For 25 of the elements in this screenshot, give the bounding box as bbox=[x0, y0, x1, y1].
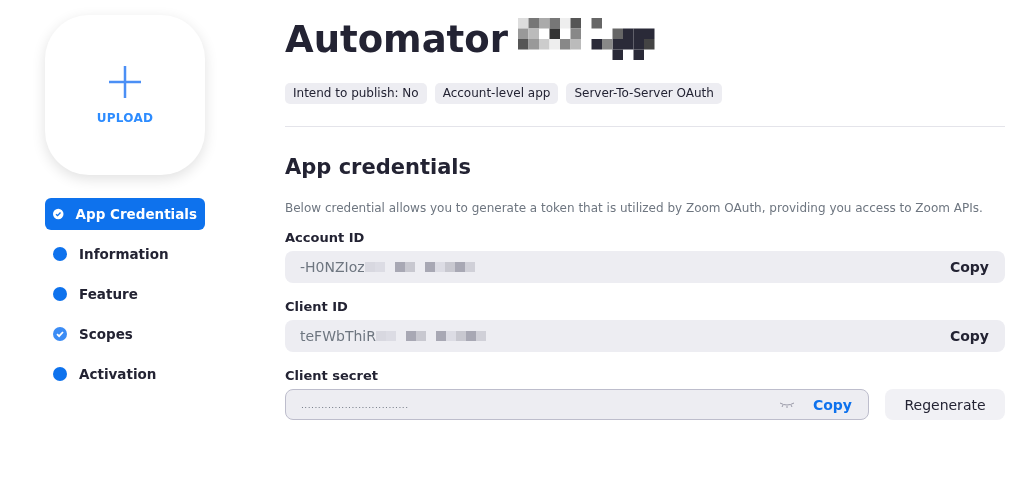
field-value: -H0NZIoz bbox=[300, 259, 365, 275]
input-field[interactable]: -H0NZIoz Copy bbox=[285, 251, 1005, 283]
field-value: teFWbThiR bbox=[300, 328, 376, 344]
field-label: Account ID bbox=[285, 230, 366, 245]
app-title: Automator bbox=[285, 17, 508, 63]
regenerate-button[interactable]: Regenerate bbox=[885, 389, 1005, 420]
field-label: Client secret bbox=[285, 368, 379, 383]
tag: Intend to publish: No bbox=[285, 83, 427, 104]
copy-button[interactable]: Copy bbox=[812, 396, 852, 413]
field-label: Client ID bbox=[285, 299, 349, 314]
copy-button[interactable]: Copy bbox=[949, 259, 989, 275]
copy-button[interactable]: Copy bbox=[949, 328, 989, 344]
nav-item[interactable]: Scopes bbox=[45, 318, 141, 350]
section-heading: App credentials bbox=[285, 154, 472, 181]
input-field[interactable]: teFWbThiR Copy bbox=[285, 320, 1005, 352]
tag: Account-level app bbox=[434, 83, 559, 104]
section-description: Below credential allows you to generate a token that is utilized by Zoom OAuth, providing you access to Zoom APIs. bbox=[285, 201, 984, 215]
input-field[interactable]: ................................ Copy bbox=[285, 389, 869, 420]
masked-value: ................................ bbox=[301, 399, 409, 410]
tag: Server-To-Server OAuth bbox=[566, 83, 722, 104]
upload-label: UPLOAD bbox=[96, 111, 154, 125]
nav-item[interactable]: Information bbox=[45, 238, 177, 270]
nav-item[interactable]: App Credentials bbox=[45, 198, 205, 230]
nav-item[interactable]: Activation bbox=[45, 358, 165, 390]
nav-item[interactable]: Feature bbox=[45, 278, 146, 310]
